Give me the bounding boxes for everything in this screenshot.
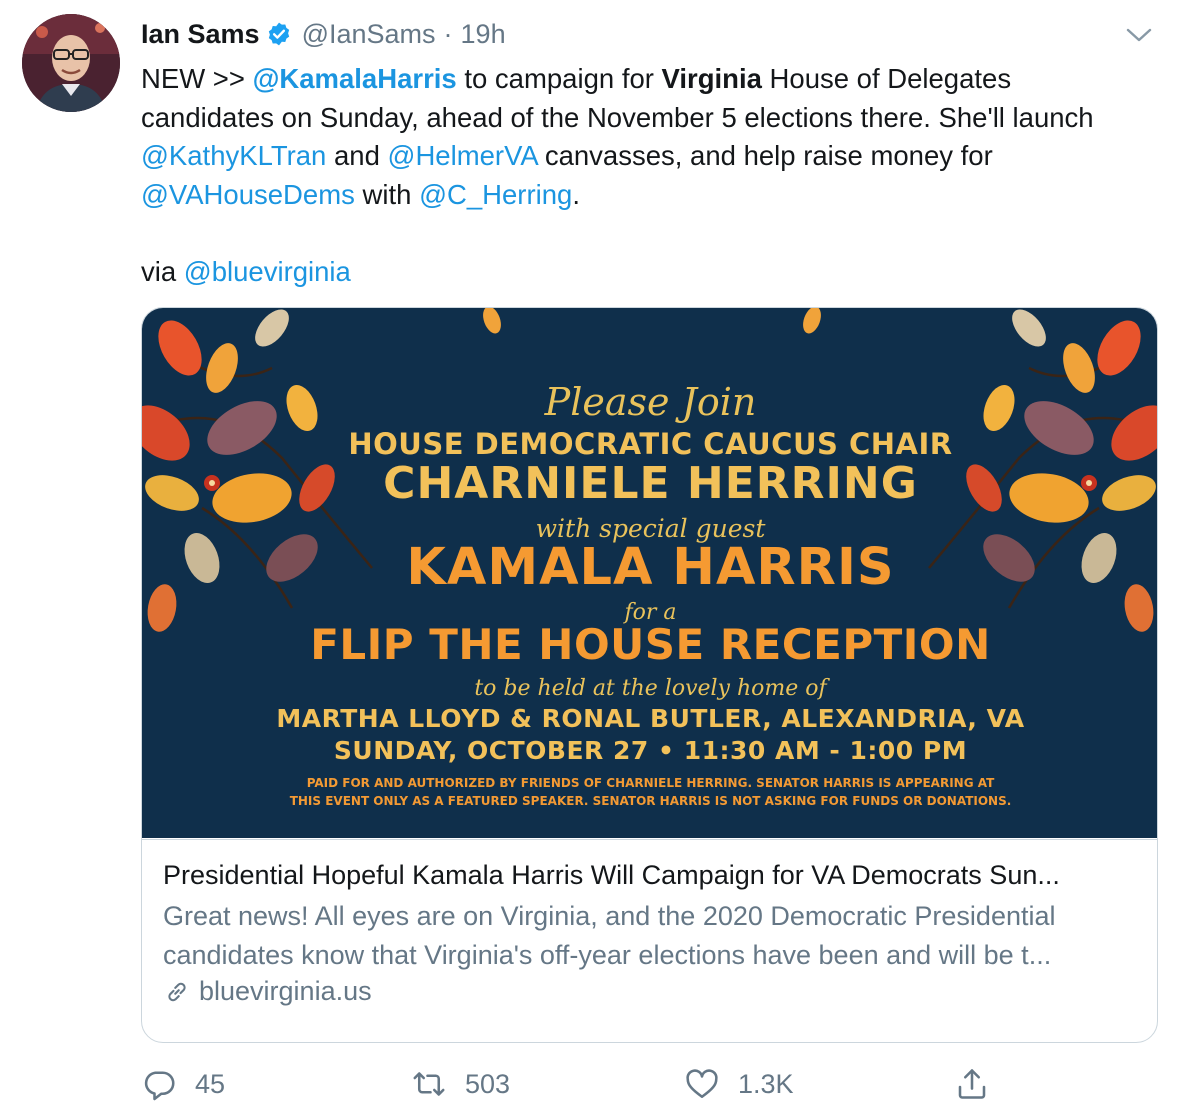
tweet-line-2: candidates on Sunday, ahead of the Novem… (141, 101, 1094, 133)
reply-count: 45 (195, 1068, 226, 1099)
retweet-button[interactable]: 503 (411, 1062, 510, 1106)
link-card[interactable]: Please Join HOUSE DEMOCRATIC CAUCUS CHAI… (141, 307, 1158, 1043)
chevron-down-icon[interactable] (1124, 24, 1154, 46)
flyer-disclaimer-2: THIS EVENT ONLY AS A FEATURED SPEAKER. S… (289, 794, 1012, 808)
author-handle[interactable]: @IanSams (302, 19, 436, 50)
text-segment: House of Delegates (761, 63, 1012, 94)
flyer-event-name: FLIP THE HOUSE RECEPTION (310, 620, 991, 669)
flyer-datetime: SUNDAY, OCTOBER 27 • 11:30 AM - 1:00 PM (333, 736, 968, 765)
text-segment: with (354, 178, 420, 210)
share-icon (958, 1069, 986, 1099)
mention-kamalaharris[interactable]: @KamalaHarris (253, 63, 457, 94)
like-icon (686, 1069, 718, 1099)
mention-helmerva[interactable]: @HelmerVA (388, 140, 538, 171)
card-description-line-1: Great news! All eyes are on Virginia, an… (163, 901, 1056, 931)
bold-text: Virginia (661, 63, 762, 94)
tweet-line-3: @KathyKLTran and @HelmerVA canvasses, an… (141, 137, 1161, 176)
card-description: Great news! All eyes are on Virginia, an… (163, 897, 1138, 974)
reply-icon (144, 1071, 175, 1101)
flyer-please-join: Please Join (544, 380, 757, 424)
tweet-line-4: @VAHouseDems with @C_Herring. (141, 176, 1161, 215)
avatar[interactable] (22, 14, 120, 112)
reply-button[interactable]: 45 (141, 1062, 225, 1106)
flyer-caucus-chair: HOUSE DEMOCRATIC CAUCUS CHAIR (348, 427, 953, 461)
tweet-header: Ian Sams @IanSams · 19h (141, 16, 506, 52)
tweet-line-1: NEW >> @KamalaHarris to campaign for Vir… (141, 60, 1161, 99)
link-icon (168, 982, 186, 1001)
flyer-guest-name: KAMALA HARRIS (406, 538, 895, 597)
retweet-icon (413, 1072, 445, 1096)
mention-kathykltran[interactable]: @KathyKLTran (141, 140, 326, 171)
text-segment: to campaign for (456, 63, 662, 94)
text-segment: and (326, 140, 388, 171)
card-domain: bluevirginia.us (163, 976, 372, 1007)
tweet-actions: 45 503 1.3K (141, 1062, 1181, 1106)
retweet-count: 503 (465, 1068, 511, 1099)
card-domain-text: bluevirginia.us (199, 976, 372, 1006)
flyer-disclaimer-1: PAID FOR AND AUTHORIZED BY FRIENDS OF CH… (306, 776, 995, 790)
card-image: Please Join HOUSE DEMOCRATIC CAUCUS CHAI… (142, 308, 1157, 838)
flyer-venue: MARTHA LLOYD & RONAL BUTLER, ALEXANDRIA,… (276, 704, 1025, 733)
separator-dot: · (443, 18, 453, 49)
tweet-line-5: via @bluevirginia (141, 253, 1161, 292)
tweet-timestamp[interactable]: 19h (461, 19, 506, 50)
card-description-line-2: candidates know that Virginia's off-year… (163, 939, 1052, 970)
text-segment: . (572, 178, 580, 210)
mention-c-herring[interactable]: @C_Herring (419, 179, 572, 210)
mention-bluevirginia[interactable]: @bluevirginia (184, 256, 351, 287)
like-button[interactable]: 1.3K (684, 1062, 794, 1106)
tweet-text: NEW >> @KamalaHarris to campaign for Vir… (141, 60, 1161, 291)
text-segment: canvasses, and help raise money for (537, 140, 993, 171)
autumn-leaves-top-icon (483, 308, 821, 334)
author-name[interactable]: Ian Sams (141, 19, 260, 50)
card-meta: Presidential Hopeful Kamala Harris Will … (142, 839, 1157, 1042)
card-title: Presidential Hopeful Kamala Harris Will … (163, 860, 1060, 890)
avatar-image (22, 14, 120, 112)
share-button[interactable] (954, 1062, 1008, 1106)
verified-badge-icon (268, 22, 289, 46)
flyer-held-at: to be held at the lovely home of (474, 676, 827, 701)
text-segment: via (141, 255, 184, 287)
mention-vahousedems[interactable]: @VAHouseDems (141, 179, 355, 210)
like-count: 1.3K (738, 1068, 794, 1099)
text-segment: NEW >> (141, 63, 253, 94)
flyer-host-name: CHARNIELE HERRING (383, 458, 918, 509)
